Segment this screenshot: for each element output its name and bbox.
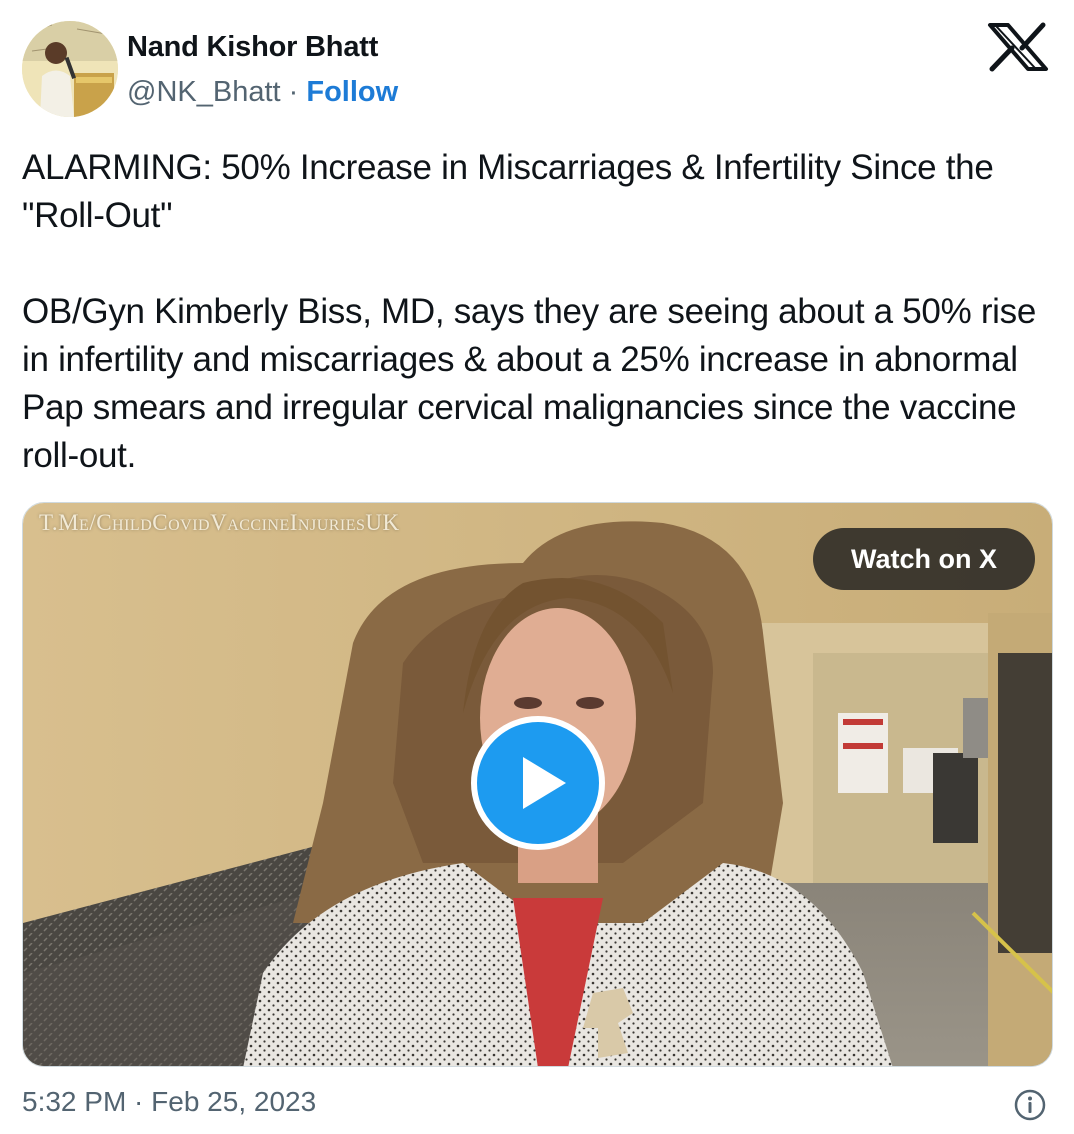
separator-dot: · (288, 76, 299, 108)
tweet-paragraph-1: ALARMING: 50% Increase in Miscarriages &… (22, 148, 994, 235)
x-logo-icon[interactable] (982, 22, 1054, 72)
watch-on-x-button[interactable]: Watch on X (813, 528, 1035, 590)
author-display-name[interactable]: Nand Kishor Bhatt (127, 31, 378, 64)
tweet-paragraph-2: OB/Gyn Kimberly Biss, MD, says they are … (22, 292, 1037, 475)
author-handle[interactable]: @NK_Bhatt (127, 76, 281, 108)
info-icon[interactable] (1013, 1088, 1047, 1122)
video-watermark: T.Me/ChildCovidVaccineInjuriesUK (39, 510, 400, 535)
follow-button[interactable]: Follow (306, 76, 398, 108)
video-thumbnail[interactable]: T.Me/ChildCovidVaccineInjuriesUK Watch o… (22, 502, 1053, 1067)
tweet-timestamp[interactable]: 5:32 PM · Feb 25, 2023 (22, 1086, 316, 1118)
author-handle-row: @NK_Bhatt · Follow (127, 76, 398, 109)
play-button[interactable] (471, 716, 605, 850)
tweet-text: ALARMING: 50% Increase in Miscarriages &… (22, 144, 1042, 480)
play-icon (523, 757, 566, 809)
avatar[interactable] (22, 21, 118, 117)
